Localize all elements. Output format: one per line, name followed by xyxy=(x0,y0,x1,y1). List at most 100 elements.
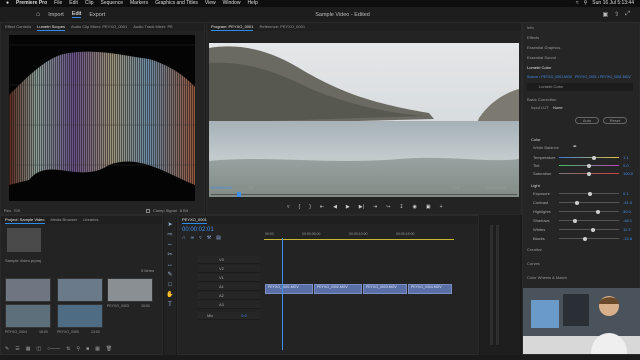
timeline-timecode[interactable]: 00:00:02:01 xyxy=(182,227,214,233)
captions-icon[interactable]: ▤ xyxy=(216,235,221,241)
time-ruler[interactable]: 00:00 00:00:05:00 00:00:10:00 00:00:15:0… xyxy=(264,230,476,240)
clock[interactable]: Sun 16 Jul 5:13:44 xyxy=(592,0,634,7)
slider-track[interactable] xyxy=(559,227,619,232)
track-a3[interactable]: A3 xyxy=(198,301,260,309)
work-area-bar[interactable] xyxy=(264,239,454,240)
add-marker-icon[interactable]: ▿ xyxy=(199,235,202,241)
track-a1[interactable]: A1 xyxy=(198,283,260,291)
tab-export[interactable]: Export xyxy=(89,12,105,18)
step-back-icon[interactable]: ◀ xyxy=(333,204,337,210)
scope-standard[interactable]: Rec. 709 xyxy=(4,208,20,213)
basic-correction[interactable]: Basic Correction xyxy=(527,97,556,102)
mark-out-icon[interactable]: } xyxy=(309,204,311,210)
timeline-playhead[interactable] xyxy=(282,238,283,350)
slider-knob[interactable] xyxy=(575,200,579,205)
slider-knob[interactable] xyxy=(596,209,600,214)
panel-essential-sound[interactable]: Essential Sound xyxy=(527,55,556,60)
tab-sequence[interactable]: PEYXO_0001 xyxy=(182,216,207,224)
tab-project[interactable]: Project: Sample Video xyxy=(5,216,45,224)
tab-effect-controls[interactable]: Effect Controls xyxy=(5,23,31,31)
menu-clip[interactable]: Clip xyxy=(85,0,94,7)
go-to-out-icon[interactable]: ⇥ xyxy=(373,204,377,210)
ripple-edit-icon[interactable]: ⇔ xyxy=(166,241,174,249)
slip-tool-icon[interactable]: ↔ xyxy=(166,261,174,269)
slider-value[interactable]: 0.0 xyxy=(623,163,629,168)
panel-essential-graphics[interactable]: Essential Graphics xyxy=(527,45,560,50)
slider-track[interactable] xyxy=(559,191,619,196)
project-clip-thumb[interactable] xyxy=(107,278,153,302)
slider-knob[interactable] xyxy=(587,191,592,196)
slider-knob[interactable] xyxy=(572,218,577,223)
mark-in-icon[interactable]: { xyxy=(299,204,301,210)
color-section[interactable]: Color xyxy=(531,137,541,142)
tab-reference[interactable]: Reference: PEYXO_0001 xyxy=(259,23,305,31)
razor-tool-icon[interactable]: ✂ xyxy=(166,251,174,259)
track-v3[interactable]: V3 xyxy=(198,256,260,264)
tab-program[interactable]: Program: PEYXO_0001 xyxy=(211,23,254,31)
slider-value[interactable]: -13.6 xyxy=(623,236,632,241)
selection-tool-icon[interactable]: ➤ xyxy=(166,221,174,229)
track-v1[interactable]: V1 xyxy=(198,274,260,282)
project-clip-thumb[interactable] xyxy=(57,304,103,328)
bit-depth-select[interactable]: 8 Bit xyxy=(180,208,188,213)
share-icon[interactable]: ⇧ xyxy=(614,11,619,18)
tab-audio-clip-mixer[interactable]: Audio Clip Mixer: PEYXO_0001 xyxy=(71,23,127,31)
clip-1[interactable]: PEYXO_0001.MOV xyxy=(265,284,313,294)
track-a2[interactable]: A2 xyxy=(198,292,260,300)
linked-selection-icon[interactable]: ∞ xyxy=(191,235,195,241)
program-timecode[interactable]: 00:00:02:01 xyxy=(211,185,232,190)
menu-window[interactable]: Window xyxy=(223,0,241,7)
slider-track[interactable] xyxy=(559,155,619,160)
sort-icon[interactable]: ⇅ xyxy=(66,346,70,352)
tab-lumetri-scopes[interactable]: Lumetri Scopes xyxy=(37,23,65,31)
play-icon[interactable]: ▶ xyxy=(346,204,350,210)
auto-button[interactable]: Auto xyxy=(575,117,599,124)
reset-button[interactable]: Reset xyxy=(603,117,627,124)
quality-select[interactable]: Full xyxy=(453,185,459,190)
export-frame-icon[interactable]: ◉ xyxy=(413,204,417,210)
track-v2[interactable]: V2 xyxy=(198,265,260,273)
slider-track[interactable] xyxy=(559,218,619,223)
slider-value[interactable]: -48.1 xyxy=(623,218,632,223)
slider-knob[interactable] xyxy=(587,163,591,168)
clip-2[interactable]: PEYXO_0002.MOV xyxy=(314,284,362,294)
track-select-icon[interactable]: ⇨ xyxy=(166,231,174,239)
insert-icon[interactable]: ↪ xyxy=(386,204,390,210)
color-wheels-section[interactable]: Color Wheels & Match xyxy=(527,275,567,280)
snap-icon[interactable]: ∩ xyxy=(182,235,186,241)
project-clip-thumb[interactable] xyxy=(57,278,103,302)
apple-icon[interactable]: ● xyxy=(6,0,9,7)
source-line[interactable]: Source • PEYXO_0001.MOV xyxy=(527,75,572,79)
new-bin-icon[interactable]: ■ xyxy=(86,346,89,352)
slider-track[interactable] xyxy=(559,200,619,205)
light-section[interactable]: Light xyxy=(531,183,540,188)
curves-section[interactable]: Curves xyxy=(527,261,540,266)
trash-icon[interactable]: 🗑 xyxy=(106,346,112,352)
step-forward-icon[interactable]: ▶| xyxy=(359,204,364,210)
pen-tool-icon[interactable]: ✎ xyxy=(166,271,174,279)
lumetri-title[interactable]: Lumetri Color xyxy=(527,65,551,70)
slider-knob[interactable] xyxy=(587,171,591,176)
slider-value[interactable]: 0.1 xyxy=(623,191,629,196)
menu-help[interactable]: Help xyxy=(247,0,257,7)
menu-file[interactable]: File xyxy=(54,0,62,7)
program-scrubber[interactable] xyxy=(211,192,517,197)
slider-track[interactable] xyxy=(559,171,619,176)
creative-section[interactable]: Creative xyxy=(527,247,542,252)
rectangle-tool-icon[interactable]: □ xyxy=(166,281,174,289)
zoom-slider[interactable]: ○—— xyxy=(47,346,60,352)
fullscreen-icon[interactable]: ⤢ xyxy=(625,11,630,18)
list-view-icon[interactable]: ☰ xyxy=(15,346,19,352)
compare-icon[interactable]: ▣ xyxy=(426,204,431,210)
video-frame[interactable] xyxy=(209,43,519,197)
tab-media-browser[interactable]: Media Browser xyxy=(51,216,78,224)
eyedropper-icon[interactable]: ✒ xyxy=(573,144,577,150)
fit-select[interactable]: Fit xyxy=(249,185,253,190)
type-tool-icon[interactable]: T xyxy=(166,301,174,309)
new-item-icon[interactable]: ▦ xyxy=(95,346,100,352)
clip-3[interactable]: PEYXO_0003.MOV xyxy=(363,284,407,294)
tab-libraries[interactable]: Libraries xyxy=(83,216,98,224)
menu-view[interactable]: View xyxy=(205,0,216,7)
tab-edit[interactable]: Edit xyxy=(71,11,82,18)
slider-value[interactable]: 30.0 xyxy=(623,209,631,214)
